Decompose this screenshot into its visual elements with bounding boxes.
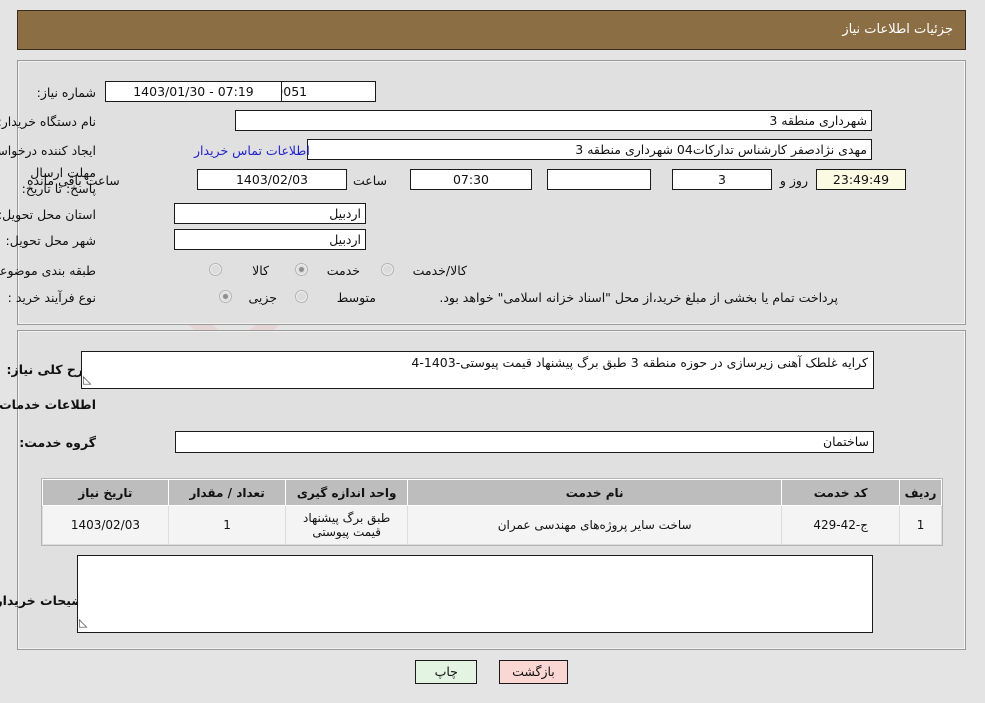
radio-purchase-medium-label: متوسط — [337, 290, 377, 305]
buyer-org-value[interactable]: شهرداری منطقه 3 — [236, 110, 873, 131]
deadline-days[interactable]: 3 — [673, 169, 773, 190]
public-announce-value[interactable]: 07:19 - 1403/01/30 — [106, 81, 283, 102]
need-number-label: شماره نیاز: — [37, 85, 97, 100]
page-root: جزئیات اطلاعات نیاز شماره نیاز: 11030040… — [0, 0, 985, 703]
service-group-label: گروه خدمت: — [20, 435, 97, 450]
table-header-row: ردیف کد خدمت نام خدمت واحد اندازه گیری ت… — [43, 479, 943, 506]
city-value[interactable]: اردبیل — [175, 229, 367, 250]
radio-purchase-minor[interactable] — [220, 290, 233, 303]
classification-label: طبقه بندی موضوعی: — [0, 263, 97, 278]
radio-purchase-minor-label: جزیی — [249, 290, 278, 305]
th-service-name: نام خدمت — [407, 479, 784, 506]
print-button[interactable]: چاپ — [416, 660, 479, 684]
back-button[interactable]: بازگشت — [500, 660, 569, 684]
deadline-days-label: روز و — [780, 173, 809, 188]
deadline-hour[interactable]: 07:30 — [411, 169, 533, 190]
deadline-date[interactable]: 1403/02/03 — [198, 169, 348, 190]
radio-purchase-medium[interactable] — [296, 290, 309, 303]
th-quantity: تعداد / مقدار — [168, 479, 288, 506]
textarea-resize-grip[interactable]: ◿ — [84, 373, 92, 386]
buyer-org-label: نام دستگاه خریدار: — [0, 114, 97, 129]
th-need-date: تاریخ نیاز — [43, 479, 170, 506]
radio-classification-goods[interactable] — [210, 263, 223, 276]
service-items-table: ردیف کد خدمت نام خدمت واحد اندازه گیری ت… — [43, 479, 943, 545]
services-section-title: اطلاعات خدمات مورد نیاز — [0, 397, 97, 412]
requester-label: ایجاد کننده درخواست: — [0, 143, 97, 158]
deadline-remaining-label: ساعت باقی مانده — [28, 173, 121, 188]
th-unit: واحد اندازه گیری — [286, 479, 409, 506]
action-button-row: بازگشت چاپ — [0, 660, 985, 684]
deadline-hour-label: ساعت — [353, 173, 388, 188]
window-titlebar: جزئیات اطلاعات نیاز — [18, 10, 967, 50]
table-row[interactable]: 1 ج-42-429 ساخت سایر پروژه‌های مهندسی عم… — [43, 505, 943, 545]
province-value[interactable]: اردبیل — [175, 203, 367, 224]
province-label: استان محل تحویل: — [0, 207, 97, 222]
cell-service-name: ساخت سایر پروژه‌های مهندسی عمران — [407, 505, 784, 545]
deadline-time-remaining: 23:49:49 — [817, 169, 907, 190]
page-title: جزئیات اطلاعات نیاز — [843, 22, 954, 37]
radio-classification-service[interactable] — [296, 263, 309, 276]
th-service-code: کد خدمت — [782, 479, 902, 506]
buyer-notes-textarea[interactable] — [78, 555, 874, 633]
general-description-textarea[interactable]: کرایه غلطک آهنی زیرسازی در حوزه منطقه 3 … — [82, 351, 875, 389]
cell-quantity: 1 — [168, 505, 288, 545]
cell-need-date: 1403/02/03 — [43, 505, 170, 545]
purchase-type-label: نوع فرآیند خرید : — [8, 290, 97, 305]
th-row: ردیف — [900, 479, 943, 506]
radio-classification-goods-service-label: کالا/خدمت — [413, 263, 468, 278]
cell-service-code: ج-42-429 — [782, 505, 902, 545]
cell-row: 1 — [900, 505, 943, 545]
city-label: شهر محل تحویل: — [6, 233, 97, 248]
cell-unit: طبق برگ پیشنهاد قیمت پیوستی — [286, 505, 409, 545]
requester-value[interactable]: مهدی نژادصفر کارشناس تدارکات04 شهرداری م… — [308, 139, 873, 160]
service-group-value[interactable]: ساختمان — [176, 431, 875, 453]
buyer-contact-link[interactable]: اطلاعات تماس خریدار — [195, 143, 311, 158]
deadline-blank[interactable] — [548, 169, 652, 190]
purchase-type-note: پرداخت تمام یا بخشی از مبلغ خرید،از محل … — [440, 290, 839, 305]
buyer-notes-resize-grip[interactable]: ◿ — [80, 616, 88, 629]
radio-classification-goods-service[interactable] — [382, 263, 395, 276]
radio-classification-goods-label: کالا — [253, 263, 270, 278]
radio-classification-service-label: خدمت — [327, 263, 361, 278]
service-items-table-wrapper: ردیف کد خدمت نام خدمت واحد اندازه گیری ت… — [42, 478, 944, 546]
